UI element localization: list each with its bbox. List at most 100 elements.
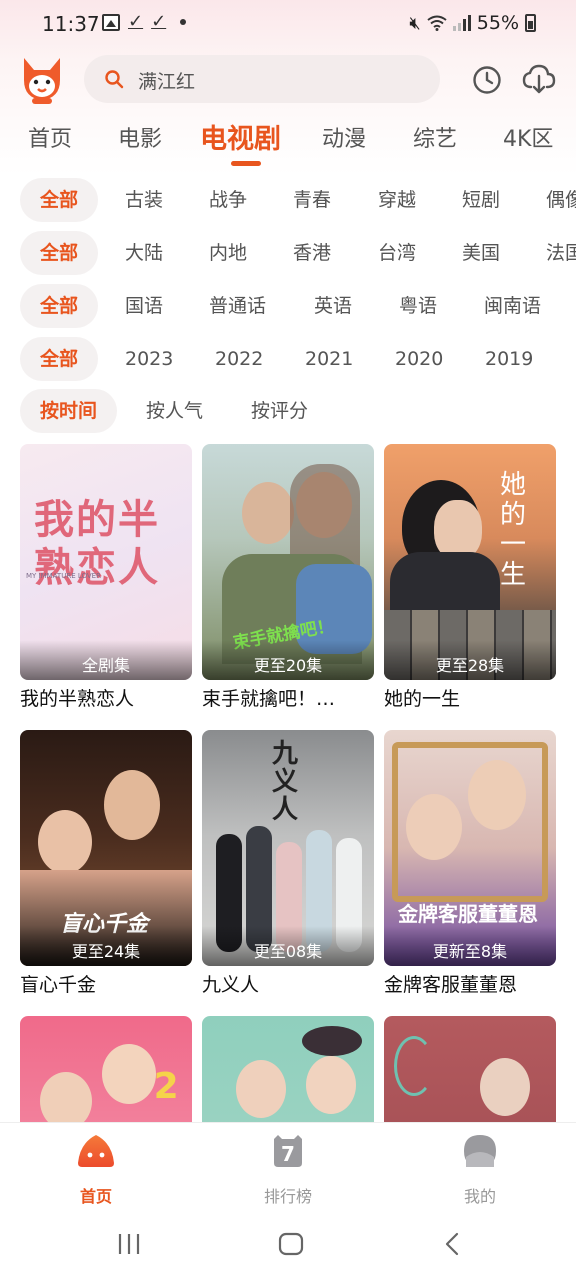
filter-chip[interactable]: 青春 xyxy=(293,178,331,222)
history-icon[interactable] xyxy=(472,65,502,95)
filter-chip[interactable]: 普通话 xyxy=(209,284,266,328)
filter-chip[interactable]: 大陆 xyxy=(125,231,163,275)
poster-title-art: 九义人 xyxy=(272,739,299,825)
show-title[interactable]: 我的半熟恋人 xyxy=(20,684,196,711)
show-poster[interactable] xyxy=(384,1016,556,1124)
tab-variety[interactable]: 综艺 xyxy=(413,121,457,153)
poster-title-art: 金牌客服董董恩 xyxy=(398,902,538,926)
more-notifications-dot-icon xyxy=(180,19,187,25)
episode-badge: 更至20集 xyxy=(253,656,323,675)
wifi-icon xyxy=(427,15,447,31)
show-grid: 我的半熟恋人 MY IMMATURE LOVER 全剧集 我的半熟恋人 束手就擒… xyxy=(0,444,576,1124)
show-poster[interactable]: 金牌客服董董恩 更新至8集 xyxy=(384,730,556,966)
search-bar[interactable]: 满江红 xyxy=(84,55,440,103)
filter-chip[interactable]: 古装 xyxy=(125,178,163,222)
filter-chip[interactable]: 2021 xyxy=(305,337,353,381)
svg-text:7: 7 xyxy=(281,1142,295,1166)
filter-chip-active[interactable]: 全部 xyxy=(20,337,99,381)
filter-chip-active[interactable]: 全部 xyxy=(20,178,99,222)
nav-item-profile[interactable]: 我的 xyxy=(432,1133,528,1207)
show-poster[interactable]: 她的一生 更至28集 xyxy=(384,444,556,680)
tab-movies[interactable]: 电影 xyxy=(118,121,162,153)
filter-chip[interactable]: 内地 xyxy=(209,231,247,275)
nav-item-home[interactable]: 首页 xyxy=(48,1133,144,1207)
nav-item-ranking[interactable]: 7 排行榜 xyxy=(240,1133,336,1207)
tab-tv-series[interactable]: 电视剧 xyxy=(200,117,281,156)
filter-chip[interactable]: 英语 xyxy=(314,284,352,328)
show-title[interactable]: 盲心千金 xyxy=(20,970,196,997)
filter-chip[interactable]: 美国 xyxy=(462,231,500,275)
home-button-icon[interactable] xyxy=(278,1232,304,1256)
nav-label: 排行榜 xyxy=(263,1187,312,1206)
show-poster[interactable]: 束手就擒吧！ 更至20集 xyxy=(202,444,374,680)
show-poster[interactable]: 九义人 更至08集 xyxy=(202,730,374,966)
back-icon[interactable] xyxy=(442,1232,462,1256)
download-icon[interactable] xyxy=(522,63,556,95)
filter-chip[interactable]: 2022 xyxy=(215,337,263,381)
active-tab-indicator xyxy=(231,161,261,166)
bottom-nav: 首页 7 排行榜 我的 xyxy=(0,1122,576,1210)
show-title[interactable]: 她的一生 xyxy=(384,684,560,711)
tab-anime[interactable]: 动漫 xyxy=(322,121,366,153)
nav-label: 首页 xyxy=(79,1187,112,1206)
category-tabs: 首页 电影 电视剧 动漫 综艺 4K区 xyxy=(0,115,576,170)
home-icon xyxy=(78,1135,114,1167)
show-poster[interactable] xyxy=(202,1016,374,1124)
sort-chip[interactable]: 按评分 xyxy=(251,389,308,433)
episode-badge: 更至24集 xyxy=(71,942,141,961)
signal-icon xyxy=(452,15,471,31)
filter-chip-active[interactable]: 全部 xyxy=(20,231,99,275)
episode-badge: 更至08集 xyxy=(253,942,323,961)
filter-chip[interactable]: 粤语 xyxy=(399,284,437,328)
filter-chip[interactable]: 闽南语 xyxy=(484,284,541,328)
status-bar: 11:37 ✓ ✓ 🔇︎ 55% xyxy=(0,0,576,48)
gallery-notification-icon xyxy=(102,13,120,31)
filter-chip[interactable]: 战争 xyxy=(209,178,247,222)
filter-chip[interactable]: 2020 xyxy=(395,337,443,381)
sort-chip[interactable]: 按人气 xyxy=(146,389,203,433)
filter-row-region: 全部 大陆 内地 香港 台湾 美国 法国 xyxy=(0,231,576,275)
search-input[interactable]: 满江红 xyxy=(138,67,195,94)
show-poster[interactable]: 我的半熟恋人 MY IMMATURE LOVER 全剧集 xyxy=(20,444,192,680)
show-title[interactable]: 束手就擒吧！… xyxy=(202,684,378,711)
mute-icon: 🔇︎ xyxy=(409,12,421,34)
filter-row-sort: 按时间 按人气 按评分 xyxy=(0,389,576,433)
episode-badge: 更至28集 xyxy=(435,656,505,675)
recent-apps-icon[interactable] xyxy=(116,1232,142,1256)
filter-chip[interactable]: 偶像 xyxy=(546,178,576,222)
nav-label: 我的 xyxy=(463,1187,496,1206)
system-navigation-bar xyxy=(0,1210,576,1280)
battery-percent: 55% xyxy=(476,12,519,34)
check-notification-icon: ✓ xyxy=(128,11,144,32)
filter-chip[interactable]: 2023 xyxy=(125,337,173,381)
filter-chip[interactable]: 国语 xyxy=(125,284,163,328)
search-icon xyxy=(105,70,124,89)
show-poster[interactable]: 盲心千金 更至24集 xyxy=(20,730,192,966)
tab-4k[interactable]: 4K区 xyxy=(503,121,553,153)
poster-title-art: 她的一生 xyxy=(500,470,527,590)
filter-chip-active[interactable]: 全部 xyxy=(20,284,99,328)
filter-chip[interactable]: 穿越 xyxy=(378,178,416,222)
filter-chip[interactable]: 香港 xyxy=(293,231,331,275)
show-poster[interactable]: 1 2 xyxy=(20,1016,192,1124)
app-logo[interactable] xyxy=(20,54,64,104)
check-notification-icon: ✓ xyxy=(151,11,167,32)
notification-icons: ✓ ✓ xyxy=(102,11,187,32)
filter-chip[interactable]: 台湾 xyxy=(378,231,416,275)
filter-chip[interactable]: 2019 xyxy=(485,337,533,381)
show-title[interactable]: 金牌客服董董恩 xyxy=(384,970,560,997)
status-right: 🔇︎ 55% xyxy=(409,12,536,34)
tab-home[interactable]: 首页 xyxy=(28,121,72,153)
filter-row-year: 全部 2023 2022 2021 2020 2019 xyxy=(0,337,576,381)
profile-icon xyxy=(464,1135,496,1167)
filter-chip[interactable]: 法国 xyxy=(546,231,576,275)
battery-icon xyxy=(525,14,536,32)
filter-chip[interactable]: 短剧 xyxy=(462,178,500,222)
ranking-icon: 7 xyxy=(274,1135,302,1167)
show-title[interactable]: 九义人 xyxy=(202,970,378,997)
filter-row-genre: 全部 古装 战争 青春 穿越 短剧 偶像 xyxy=(0,178,576,222)
sort-chip-active[interactable]: 按时间 xyxy=(20,389,118,433)
header: 满江红 xyxy=(0,48,576,110)
episode-badge: 更新至8集 xyxy=(432,942,508,961)
poster-subtitle: MY IMMATURE LOVER xyxy=(26,572,101,580)
